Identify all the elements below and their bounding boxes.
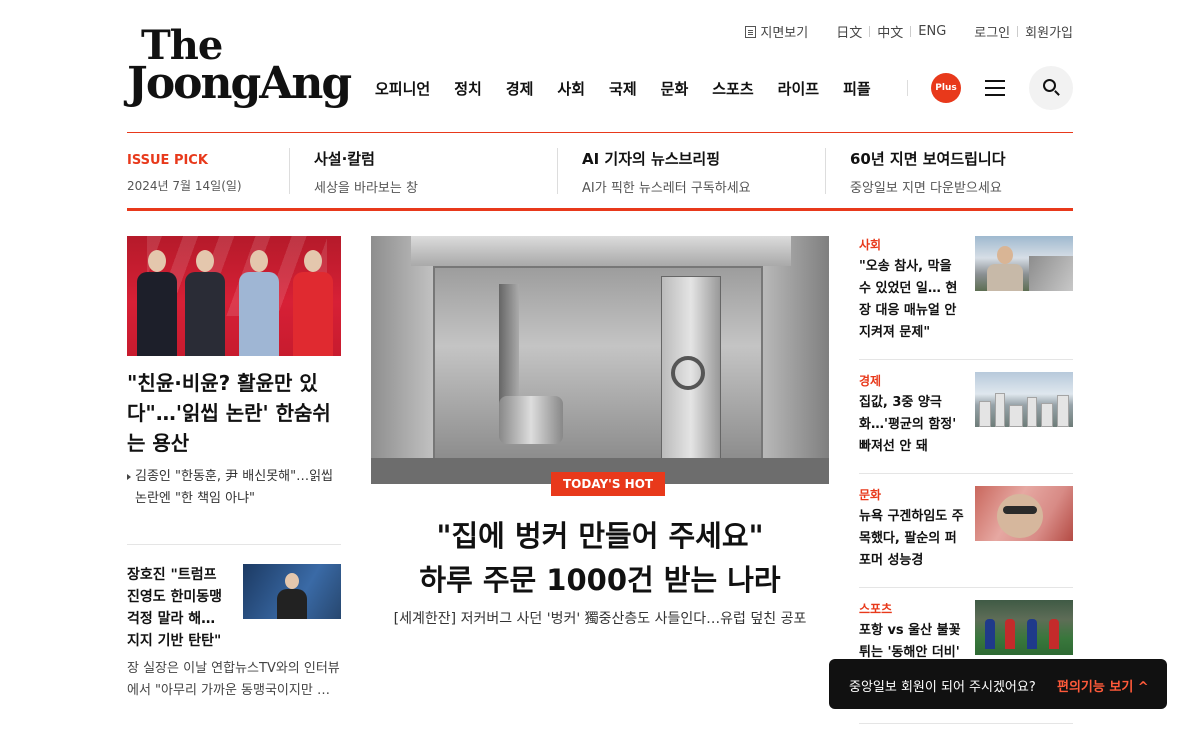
side-article-thumbnail: [975, 486, 1073, 541]
issue-pick-editorial[interactable]: 사설·칼럼 세상을 바라보는 창: [289, 148, 557, 196]
issue-pick-title: AI 기자의 뉴스브리핑: [582, 150, 721, 168]
member-signup-toast: 중앙일보 회원이 되어 주시겠어요? 편의기능 보기 ^: [829, 659, 1167, 709]
main-article-subtitle[interactable]: [세계한잔] 저커버그 사던 '벙커' 獨중산층도 사들인다…유럽 덮친 공포: [371, 608, 829, 628]
nav-divider: [907, 80, 908, 96]
issue-pick-title: 사설·칼럼: [314, 150, 375, 168]
issue-pick-sub: 세상을 바라보는 창: [314, 181, 418, 196]
side-article-culture[interactable]: 문화 뉴욕 구겐하임도 주목했다, 팔순의 퍼포머 성능경: [859, 486, 1073, 588]
nav-item-culture[interactable]: 문화: [661, 78, 689, 99]
menu-icon[interactable]: [985, 80, 1005, 96]
nav-item-society[interactable]: 사회: [557, 78, 585, 99]
side-article-category: 사회: [859, 238, 882, 252]
side-article-thumbnail: [975, 372, 1073, 427]
nav-item-world[interactable]: 국제: [609, 78, 637, 99]
issue-pick-sub: AI가 픽한 뉴스레터 구독하세요: [582, 181, 751, 196]
divider: [910, 26, 912, 37]
todays-hot-badge: TODAY'S HOT: [551, 472, 666, 496]
logo-line-2: JoongAng: [127, 58, 352, 109]
side-article-title: 포항 vs 울산 불꽃 튀는 '동해안 더비': [859, 623, 961, 660]
lead-article-title[interactable]: "친윤·비윤? 활윤만 있다"…'읽씹 논란' 한숨쉬는 용산: [127, 368, 341, 458]
issue-pick-header: ISSUE PICK 2024년 7월 14일(일): [127, 153, 242, 194]
issue-pick-title: 60년 지면 보여드립니다: [850, 150, 1006, 168]
divider: [1017, 26, 1019, 37]
lang-chinese-link[interactable]: 中文: [877, 22, 903, 41]
issue-pick-archive[interactable]: 60년 지면 보여드립니다 중앙일보 지면 다운받으세요: [825, 148, 1073, 196]
issue-pick-rule: [127, 208, 1073, 211]
nav-item-politics[interactable]: 정치: [454, 78, 482, 99]
side-article-economy[interactable]: 경제 집값, 3중 양극화…'평균의 함정' 빠져선 안 돼: [859, 372, 1073, 474]
login-link[interactable]: 로그인: [974, 22, 1010, 41]
search-button[interactable]: [1029, 66, 1073, 110]
second-article-summary: 장 실장은 이날 연합뉴스TV와의 인터뷰에서 "아무리 가까운 동맹국이지만 …: [127, 661, 340, 698]
side-article-category: 문화: [859, 488, 882, 502]
header-rule: [127, 132, 1073, 133]
side-article-title: "오송 참사, 막을 수 있었던 일… 현장 대응 매뉴얼 안 지켜져 문제": [859, 259, 958, 340]
side-article-thumbnail: [975, 600, 1073, 655]
lang-japanese-link[interactable]: 日文: [836, 22, 862, 41]
lang-english-link[interactable]: ENG: [918, 24, 946, 39]
side-article-category: 스포츠: [859, 602, 893, 616]
divider: [127, 544, 341, 545]
side-article-title: 뉴욕 구겐하임도 주목했다, 팔순의 퍼포머 성능경: [859, 509, 964, 568]
main-title-line-2: 하루 주문 1000건 받는 나라: [419, 563, 781, 597]
issue-pick-date: 2024년 7월 14일(일): [127, 179, 242, 193]
nav-item-sports[interactable]: 스포츠: [712, 78, 753, 99]
side-article-title: 집값, 3중 양극화…'평균의 함정' 빠져선 안 돼: [859, 395, 957, 454]
utility-bar: 지면보기 日文 中文 ENG 로그인 회원가입: [745, 22, 1073, 41]
plus-button[interactable]: Plus: [931, 73, 961, 103]
main-article-image[interactable]: [371, 236, 829, 484]
main-nav: 오피니언 정치 경제 사회 국제 문화 스포츠 라이프 피플: [375, 78, 895, 99]
second-article-image[interactable]: [243, 564, 341, 619]
second-article-title[interactable]: 장호진 "트럼프 진영도 한미동맹 걱정 말라 해… 지지 기반 탄탄": [127, 564, 231, 652]
issue-pick-label: ISSUE PICK: [127, 153, 208, 168]
site-logo[interactable]: The JoongAng: [127, 26, 352, 109]
side-article-thumbnail: [975, 236, 1073, 291]
issue-pick-sub: 중앙일보 지면 다운받으세요: [850, 181, 1002, 196]
side-article-category: 경제: [859, 374, 882, 388]
issue-pick-ai-briefing[interactable]: AI 기자의 뉴스브리핑 AI가 픽한 뉴스레터 구독하세요: [557, 148, 825, 196]
nav-item-life[interactable]: 라이프: [778, 78, 819, 99]
toast-action-button[interactable]: 편의기능 보기 ^: [1057, 676, 1149, 695]
nav-item-people[interactable]: 피플: [843, 78, 871, 99]
nav-item-economy[interactable]: 경제: [506, 78, 534, 99]
toast-message: 중앙일보 회원이 되어 주시겠어요?: [849, 680, 1036, 695]
divider: [869, 26, 871, 37]
join-link[interactable]: 회원가입: [1025, 22, 1073, 41]
newspaper-icon: [745, 25, 757, 38]
nav-item-opinion[interactable]: 오피니언: [375, 78, 430, 99]
lead-article-image[interactable]: [127, 236, 341, 356]
main-title-line-1: "집에 벙커 만들어 주세요": [436, 519, 764, 553]
side-article-society[interactable]: 사회 "오송 참사, 막을 수 있었던 일… 현장 대응 매뉴얼 안 지켜져 문…: [859, 236, 1073, 360]
main-article-title[interactable]: "집에 벙커 만들어 주세요" 하루 주문 1000건 받는 나라: [371, 514, 829, 602]
paper-view-link[interactable]: 지면보기: [760, 22, 808, 41]
lead-related-link[interactable]: 김종인 "한동훈, 尹 배신못해"…읽씹 논란엔 "한 책임 아냐": [127, 466, 345, 510]
